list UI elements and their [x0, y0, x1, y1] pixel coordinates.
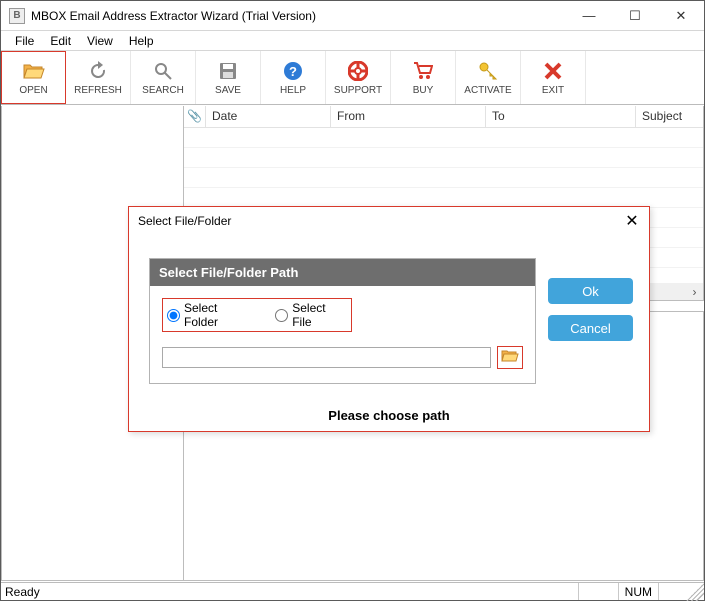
status-cell-empty2: [658, 583, 686, 600]
toolbar-buy-label: BUY: [413, 85, 434, 96]
search-icon: [152, 60, 174, 82]
path-input[interactable]: [162, 347, 491, 368]
toolbar-exit[interactable]: EXIT: [521, 51, 586, 104]
statusbar: Ready NUM: [1, 582, 704, 600]
col-attachment[interactable]: 📎: [184, 106, 206, 127]
toolbar-save[interactable]: SAVE: [196, 51, 261, 104]
toolbar-buy[interactable]: BUY: [391, 51, 456, 104]
toolbar-refresh-label: REFRESH: [74, 85, 122, 96]
col-date[interactable]: Date: [206, 106, 331, 127]
toolbar-activate[interactable]: ACTIVATE: [456, 51, 521, 104]
cart-icon: [412, 60, 434, 82]
dialog-panel: Select File/Folder Path Select Folder Se…: [149, 258, 536, 384]
help-icon: ?: [282, 60, 304, 82]
key-icon: [477, 60, 499, 82]
table-row[interactable]: [184, 168, 703, 188]
toolbar-open[interactable]: OPEN: [1, 51, 66, 104]
exit-icon: [542, 60, 564, 82]
window-title: MBOX Email Address Extractor Wizard (Tri…: [31, 9, 566, 23]
toolbar-help[interactable]: ? HELP: [261, 51, 326, 104]
menu-edit[interactable]: Edit: [42, 32, 79, 50]
browse-button[interactable]: [497, 346, 523, 369]
radio-select-folder[interactable]: Select Folder: [167, 301, 253, 329]
ok-button[interactable]: Ok: [548, 278, 633, 304]
toolbar-open-label: OPEN: [19, 85, 47, 96]
menu-help[interactable]: Help: [121, 32, 162, 50]
dialog-panel-body: Select Folder Select File: [150, 286, 535, 383]
menubar: File Edit View Help: [1, 31, 704, 51]
resize-grip[interactable]: [686, 583, 704, 601]
col-subject[interactable]: Subject: [636, 106, 703, 127]
table-row[interactable]: [184, 148, 703, 168]
path-row: [162, 346, 523, 369]
svg-text:?: ?: [289, 64, 297, 79]
dialog-message: Please choose path: [129, 408, 649, 423]
dialog-title: Select File/Folder: [138, 214, 231, 228]
dialog-panel-header: Select File/Folder Path: [150, 259, 535, 286]
dialog-titlebar: Select File/Folder ✕: [129, 207, 649, 234]
col-from[interactable]: From: [331, 106, 486, 127]
toolbar-search[interactable]: SEARCH: [131, 51, 196, 104]
radio-select-file[interactable]: Select File: [275, 301, 347, 329]
menu-file[interactable]: File: [7, 32, 42, 50]
radio-group: Select Folder Select File: [162, 298, 352, 332]
folder-open-icon: [23, 60, 45, 82]
scroll-right-arrow[interactable]: ›: [686, 283, 703, 300]
folder-open-icon: [501, 349, 519, 366]
col-to[interactable]: To: [486, 106, 636, 127]
toolbar-help-label: HELP: [280, 85, 306, 96]
toolbar-search-label: SEARCH: [142, 85, 184, 96]
radio-select-folder-label: Select Folder: [184, 301, 253, 329]
toolbar-support-label: SUPPORT: [334, 85, 382, 96]
radio-select-folder-input[interactable]: [167, 309, 180, 322]
titlebar: B MBOX Email Address Extractor Wizard (T…: [1, 1, 704, 31]
dialog-button-column: Ok Cancel: [548, 278, 633, 341]
toolbar-save-label: SAVE: [215, 85, 241, 96]
minimize-button[interactable]: —: [566, 1, 612, 30]
close-button[interactable]: ✕: [658, 1, 704, 30]
support-icon: [347, 60, 369, 82]
menu-view[interactable]: View: [79, 32, 121, 50]
window-buttons: — ☐ ✕: [566, 1, 704, 30]
status-num: NUM: [618, 583, 658, 600]
toolbar-support[interactable]: SUPPORT: [326, 51, 391, 104]
save-icon: [217, 60, 239, 82]
app-icon: B: [9, 8, 25, 24]
status-cell-empty1: [578, 583, 618, 600]
toolbar: OPEN REFRESH SEARCH SAVE ? HELP SUPPORT: [1, 51, 704, 105]
cancel-button[interactable]: Cancel: [548, 315, 633, 341]
toolbar-refresh[interactable]: REFRESH: [66, 51, 131, 104]
radio-select-file-label: Select File: [292, 301, 347, 329]
status-text: Ready: [1, 585, 578, 599]
table-row[interactable]: [184, 128, 703, 148]
maximize-button[interactable]: ☐: [612, 1, 658, 30]
dialog-close-button[interactable]: ✕: [615, 208, 649, 234]
paperclip-icon: 📎: [187, 109, 202, 123]
toolbar-exit-label: EXIT: [542, 85, 564, 96]
select-file-folder-dialog: Select File/Folder ✕ Select File/Folder …: [128, 206, 650, 432]
refresh-icon: [87, 60, 109, 82]
toolbar-activate-label: ACTIVATE: [464, 85, 511, 96]
radio-select-file-input[interactable]: [275, 309, 288, 322]
table-row[interactable]: [184, 188, 703, 208]
grid-header: 📎 Date From To Subject: [184, 106, 703, 128]
